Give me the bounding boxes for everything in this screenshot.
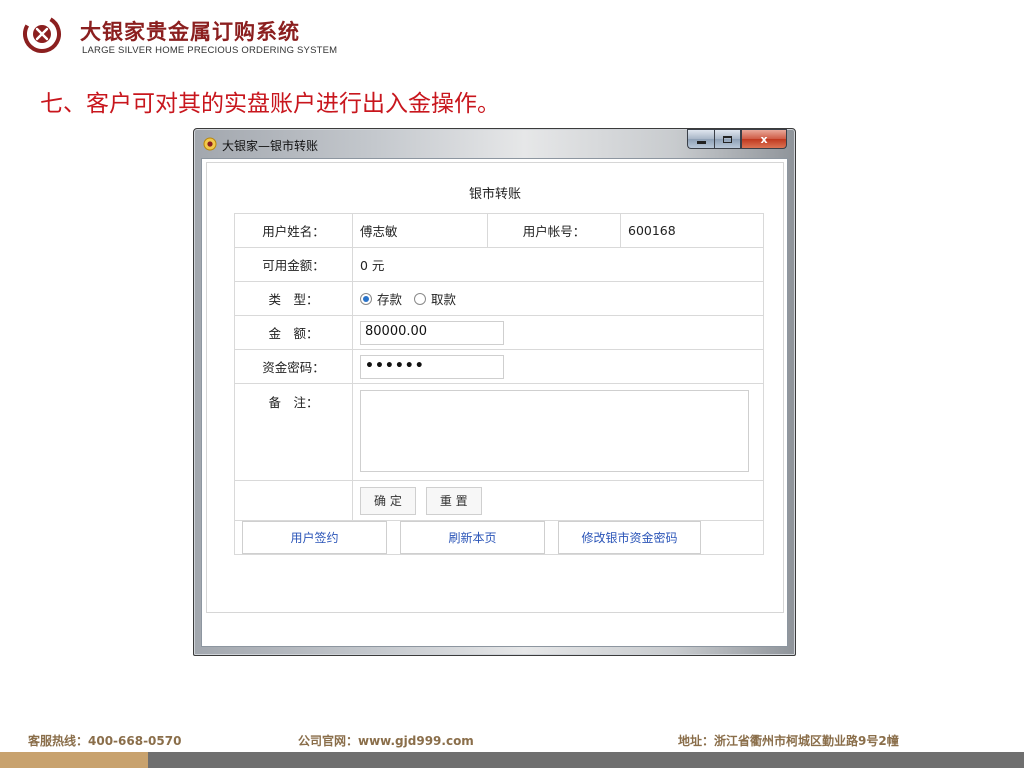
row-amount: 金 额： 80000.00 <box>234 315 764 350</box>
minimize-icon <box>696 140 706 144</box>
account-label: 用户帐号： <box>487 213 621 248</box>
password-input[interactable]: •••••• <box>360 354 504 379</box>
maximize-icon <box>723 135 732 143</box>
deposit-radio[interactable] <box>360 292 372 305</box>
row-navigation: 用户签约 刷新本页 修改银市资金密码 <box>234 520 764 555</box>
row-actions: 确 定 重 置 <box>234 480 764 521</box>
deposit-radio-label[interactable]: 存款 <box>377 289 402 308</box>
window-controls: x <box>687 129 787 150</box>
window-client-area: 银市转账 用户姓名： 傅志敏 用户帐号： 600168 可用金额： 0 元 类 … <box>201 158 788 647</box>
reset-button[interactable]: 重 置 <box>425 486 482 515</box>
user-sign-button[interactable]: 用户签约 <box>242 521 387 554</box>
amount-label: 金 额： <box>234 315 353 350</box>
amount-input[interactable]: 80000.00 <box>360 320 504 345</box>
logo-subtitle: LARGE SILVER HOME PRECIOUS ORDERING SYST… <box>82 45 338 56</box>
refresh-page-button[interactable]: 刷新本页 <box>399 521 545 554</box>
form-title: 银市转账 <box>468 187 521 202</box>
row-type: 类 型： 存款 取款 <box>234 281 764 316</box>
balance-label: 可用金额： <box>234 247 353 282</box>
app-icon <box>203 137 217 151</box>
slide-footer: 客服热线：400-668-0570 公司官网：www.gjd999.com 地址… <box>0 730 1024 750</box>
transfer-panel: 银市转账 用户姓名： 傅志敏 用户帐号： 600168 可用金额： 0 元 类 … <box>206 162 784 613</box>
footer-website: 公司官网：www.gjd999.com <box>298 734 474 748</box>
close-icon: x <box>760 132 768 146</box>
logo-title: 大银家贵金属订购系统 <box>80 20 300 44</box>
remark-label: 备 注： <box>234 383 353 481</box>
footer-hotline: 客服热线：400-668-0570 <box>28 734 182 748</box>
close-button[interactable]: x <box>741 129 787 149</box>
transfer-window: 大银家—银市转账 x 银市转账 用户姓名： 傅志敏 用户帐号： 600168 可… <box>193 128 796 656</box>
password-label: 资金密码： <box>234 349 353 384</box>
user-name-label: 用户姓名： <box>234 213 353 248</box>
withdraw-radio-label[interactable]: 取款 <box>431 289 456 308</box>
remark-textarea[interactable] <box>360 389 749 472</box>
type-radio-group: 存款 取款 <box>360 289 756 308</box>
row-user-info: 用户姓名： 傅志敏 用户帐号： 600168 <box>234 213 764 248</box>
row-balance: 可用金额： 0 元 <box>234 247 764 282</box>
window-titlebar[interactable]: 大银家—银市转账 x <box>194 129 795 158</box>
footer-address: 地址：浙江省衢州市柯城区勤业路9号2幢 <box>678 734 899 748</box>
transfer-form: 用户姓名： 傅志敏 用户帐号： 600168 可用金额： 0 元 类 型： 存款 <box>234 213 764 555</box>
minimize-button[interactable] <box>687 129 714 149</box>
step-title: 七、客户可对其的实盘账户进行出入金操作。 <box>40 91 500 117</box>
type-label: 类 型： <box>234 281 353 316</box>
logo: 大银家贵金属订购系统 LARGE SILVER HOME PRECIOUS OR… <box>22 12 352 60</box>
row-remark: 备 注： <box>234 383 764 481</box>
withdraw-radio[interactable] <box>414 292 427 305</box>
account-value: 600168 <box>620 213 764 248</box>
balance-value: 0 元 <box>352 247 764 282</box>
footer-color-bar <box>0 752 1024 768</box>
user-name-value: 傅志敏 <box>352 213 488 248</box>
maximize-button[interactable] <box>714 129 741 149</box>
confirm-button[interactable]: 确 定 <box>360 486 416 515</box>
window-title: 大银家—银市转账 <box>222 139 319 153</box>
row-password: 资金密码： •••••• <box>234 349 764 384</box>
logo-emblem-icon <box>23 15 61 53</box>
change-fund-password-button[interactable]: 修改银市资金密码 <box>557 521 701 554</box>
